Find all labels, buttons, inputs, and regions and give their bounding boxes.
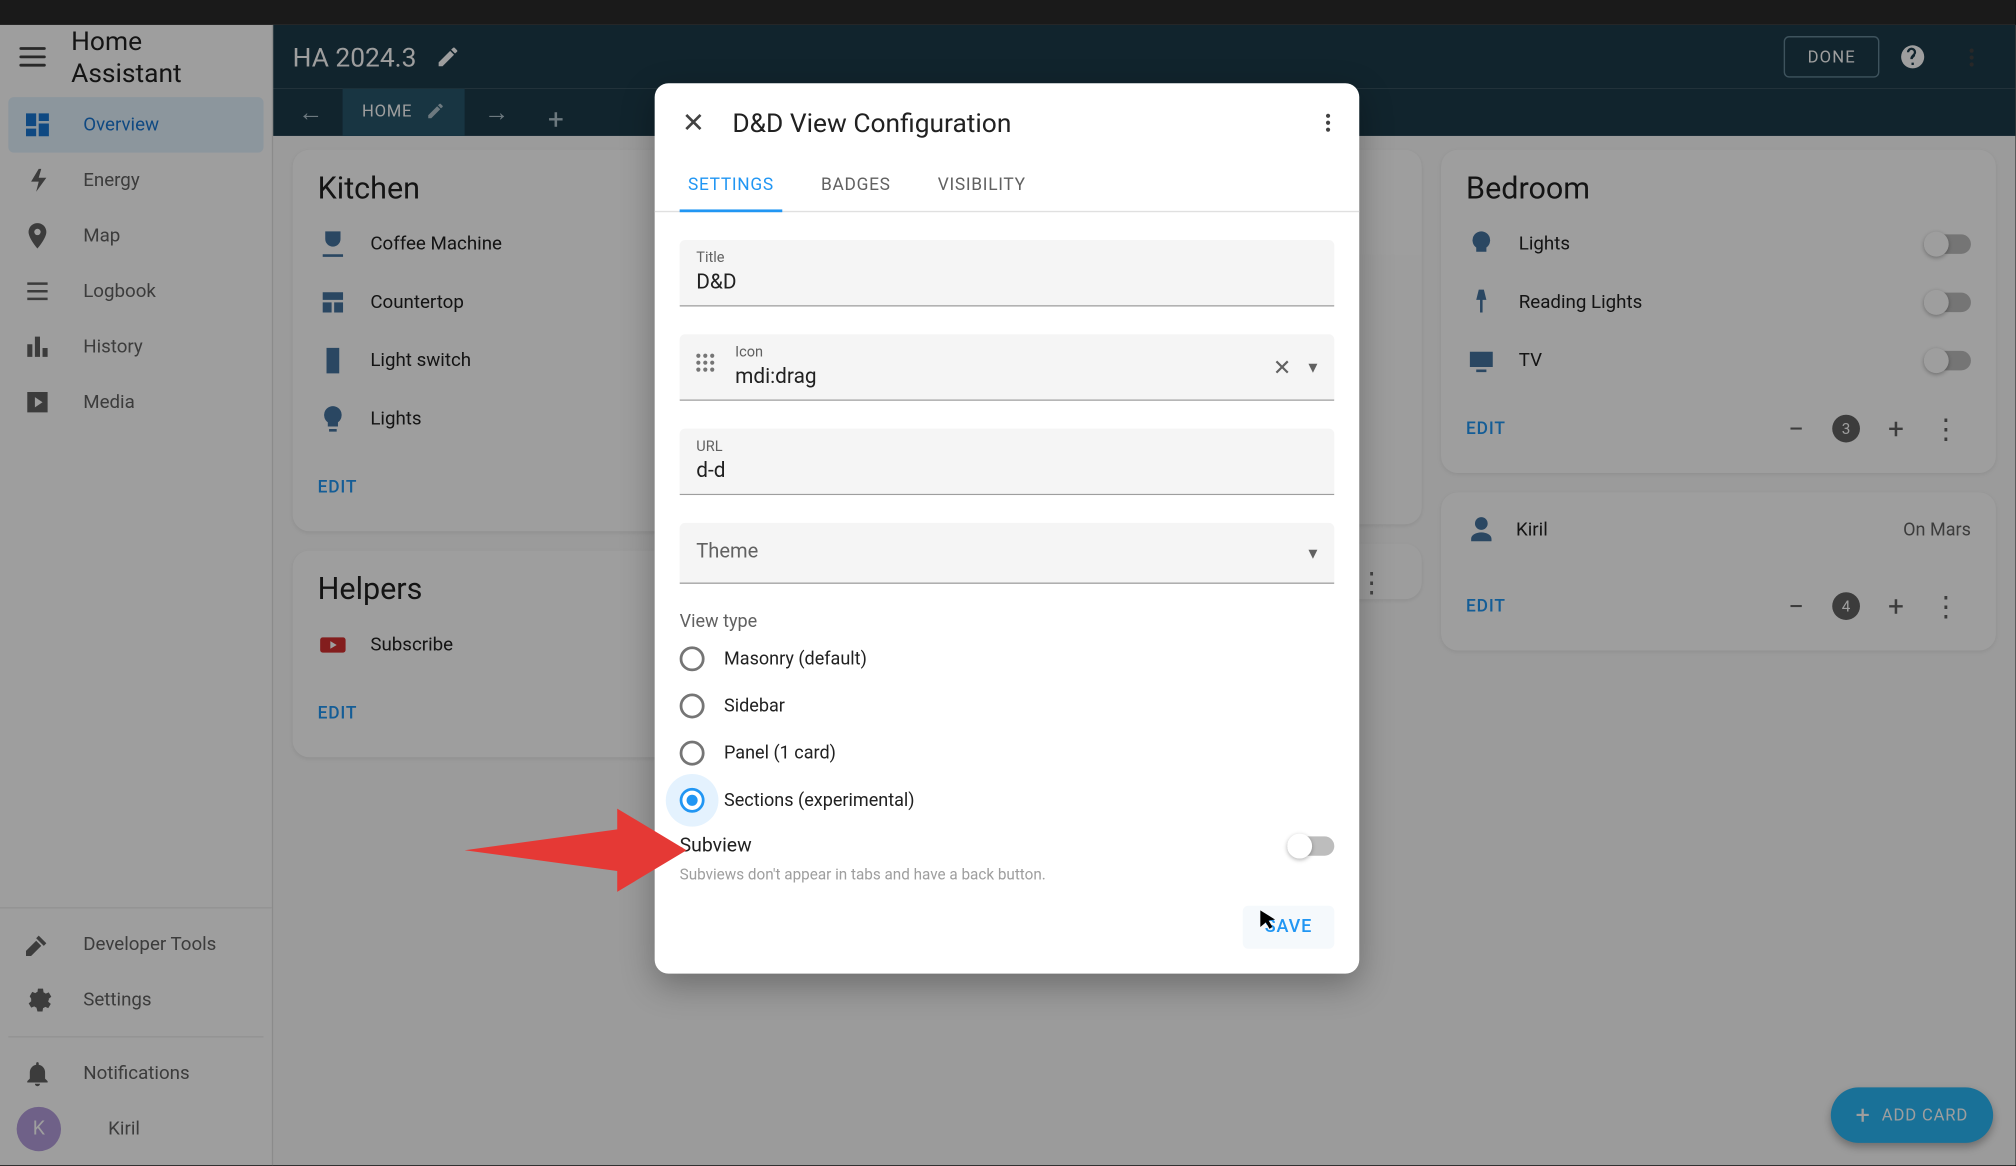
field-label: Theme bbox=[696, 531, 1317, 571]
field-value: d-d bbox=[696, 455, 1317, 483]
radio-label: Masonry (default) bbox=[724, 648, 867, 669]
save-button[interactable]: SAVE bbox=[1243, 906, 1335, 949]
tab-badges[interactable]: BADGES bbox=[813, 161, 899, 211]
radio-icon bbox=[680, 741, 705, 766]
radio-label: Sections (experimental) bbox=[724, 790, 915, 811]
overflow-icon[interactable] bbox=[1315, 110, 1340, 135]
modal-title: D&D View Configuration bbox=[732, 106, 1011, 138]
radio-masonry[interactable]: Masonry (default) bbox=[680, 646, 1335, 671]
field-label: URL bbox=[696, 437, 1317, 455]
view-config-modal: ✕ D&D View Configuration SETTINGS BADGES… bbox=[655, 83, 1360, 973]
subview-label: Subview bbox=[680, 835, 752, 857]
radio-panel[interactable]: Panel (1 card) bbox=[680, 741, 1335, 766]
subview-help: Subviews don't appear in tabs and have a… bbox=[680, 865, 1335, 883]
theme-field[interactable]: Theme ▼ bbox=[680, 523, 1335, 584]
radio-label: Panel (1 card) bbox=[724, 743, 836, 764]
radio-sidebar[interactable]: Sidebar bbox=[680, 694, 1335, 719]
icon-field[interactable]: Icon mdi:drag ✕ ▼ bbox=[680, 334, 1335, 401]
tab-settings[interactable]: SETTINGS bbox=[680, 161, 783, 212]
field-value: D&D bbox=[696, 266, 1317, 294]
chevron-down-icon[interactable]: ▼ bbox=[1305, 358, 1320, 376]
url-field[interactable]: URL d-d bbox=[680, 429, 1335, 496]
radio-icon bbox=[680, 646, 705, 671]
field-value: mdi:drag bbox=[735, 361, 1318, 389]
field-label: Title bbox=[696, 248, 1317, 266]
subview-toggle[interactable] bbox=[1287, 836, 1334, 855]
title-field[interactable]: Title D&D bbox=[680, 240, 1335, 307]
chevron-down-icon[interactable]: ▼ bbox=[1305, 544, 1320, 562]
radio-sections[interactable]: Sections (experimental) bbox=[680, 788, 1335, 813]
section-heading: View type bbox=[680, 612, 1335, 633]
close-icon[interactable]: ✕ bbox=[674, 103, 713, 142]
radio-label: Sidebar bbox=[724, 696, 785, 717]
radio-icon bbox=[680, 788, 705, 813]
field-label: Icon bbox=[735, 343, 1318, 361]
drag-icon bbox=[696, 353, 721, 378]
radio-icon bbox=[680, 694, 705, 719]
tab-visibility[interactable]: VISIBILITY bbox=[929, 161, 1034, 211]
clear-icon[interactable]: ✕ bbox=[1273, 354, 1292, 380]
